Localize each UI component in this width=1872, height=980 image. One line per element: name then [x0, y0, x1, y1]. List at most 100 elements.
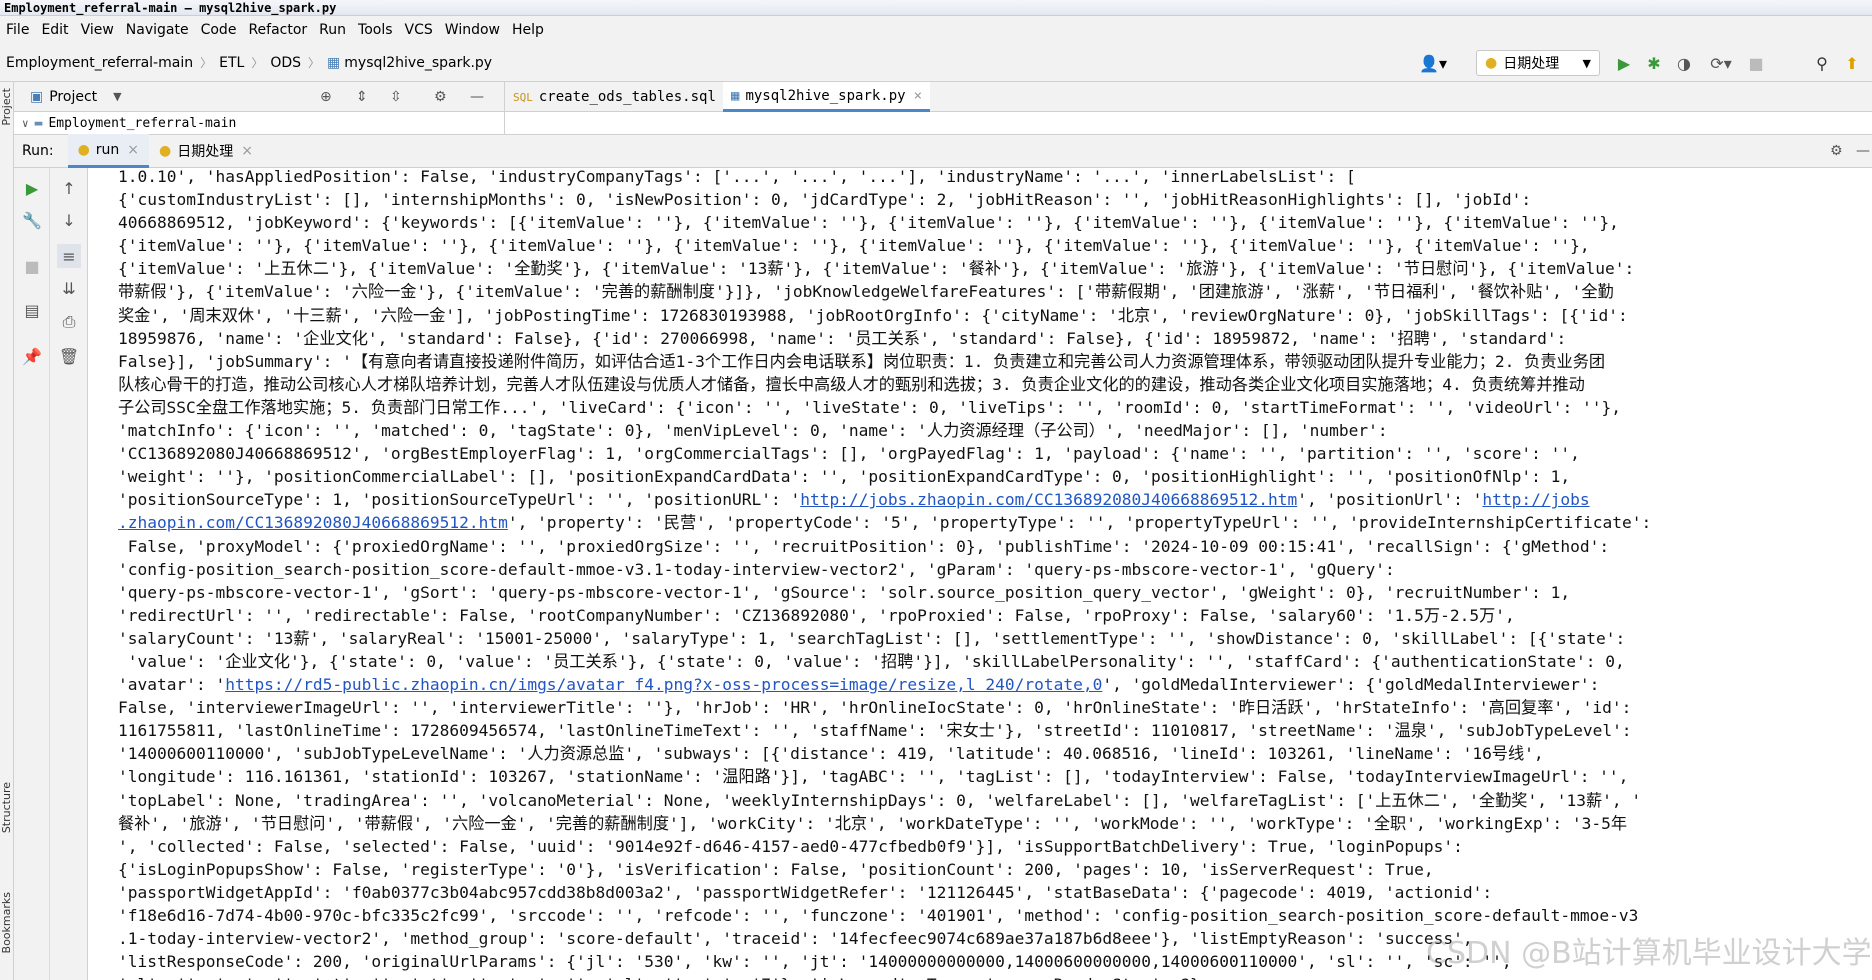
chevron-down-icon[interactable]: ▼ [113, 90, 121, 103]
breadcrumb-file[interactable]: mysql2hive_spark.py [344, 55, 492, 71]
console-text: 'CC136892080J40668869512', 'orgBestEmplo… [118, 444, 1580, 464]
run-toolbar-right: ↑ ↓ ≡ ⇊ ⎙ 🗑 [50, 168, 88, 980]
python-icon: ● [77, 141, 90, 158]
console-text: '14000600110000', 'subJobTypeLevelName':… [118, 744, 1544, 764]
console-line: 'config-position_search-position_score-d… [118, 558, 1858, 581]
breadcrumb-etl[interactable]: ETL [219, 55, 244, 71]
expand-all-icon[interactable]: ⇕ [356, 89, 368, 105]
console-line: '14000600110000', 'subJobTypeLevelName':… [118, 742, 1858, 765]
menu-view[interactable]: View [75, 22, 120, 38]
scroll-to-end-icon[interactable]: ⇊ [57, 276, 81, 300]
console-line: {'itemValue': '上五休二'}, {'itemValue': '全勤… [118, 257, 1858, 280]
debug-icon[interactable]: ✱ [1644, 53, 1664, 73]
menu-navigate[interactable]: Navigate [120, 22, 195, 38]
console-output[interactable]: 1.0.10', 'hasAppliedPosition': False, 'i… [118, 165, 1858, 980]
layout-icon[interactable]: ▤ [20, 298, 44, 322]
menu-vcs[interactable]: VCS [399, 22, 439, 38]
trash-icon[interactable]: 🗑 [57, 344, 81, 368]
soft-wrap-icon[interactable]: ≡ [57, 244, 81, 268]
locate-icon[interactable]: ⊕ [320, 89, 332, 105]
console-line: {'isLoginPopupsShow': False, 'registerTy… [118, 858, 1858, 881]
minimize-icon[interactable]: — [470, 89, 484, 105]
editor-area[interactable] [504, 112, 1872, 134]
project-tree-root[interactable]: ∨ ▬ Employment_referral-main [14, 112, 504, 134]
chevron-right-icon: 〉 [251, 56, 264, 70]
console-line: 1161755811, 'lastOnlineTime': 1728609456… [118, 719, 1858, 742]
chevron-down-icon: ▼ [1582, 56, 1591, 70]
stop-icon[interactable]: ■ [20, 254, 44, 278]
console-link[interactable]: .zhaopin.com/CC136892080J40668869512.htm [118, 513, 508, 532]
menu-help[interactable]: Help [506, 22, 550, 38]
run-panel-label: Run: [22, 143, 54, 159]
console-text: 'weight': ''}, 'positionCommercialLabel'… [118, 467, 1571, 487]
left-tool-strip: Project Structure Bookmarks [0, 82, 14, 980]
project-panel-label[interactable]: Project [49, 89, 97, 105]
console-text: ', 'collected': False, 'selected': False… [118, 836, 1463, 856]
close-icon[interactable]: × [914, 88, 922, 104]
console-link[interactable]: https://rd5-public.zhaopin.cn/imgs/avata… [225, 675, 1102, 694]
updates-icon[interactable]: ⬆ [1842, 53, 1862, 73]
collapse-all-icon[interactable]: ⇳ [390, 89, 402, 105]
console-text: {'itemValue': ''}, {'itemValue': ''}, {'… [118, 236, 1590, 256]
close-icon[interactable]: × [127, 142, 139, 158]
breadcrumb-ods[interactable]: ODS [270, 55, 301, 71]
print-icon[interactable]: ⎙ [57, 310, 81, 334]
console-text: ', 'goldMedalInterviewer': {'goldMedalIn… [1102, 675, 1600, 695]
console-text: 队核心骨干的打造，推动公司核心人才梯队培养计划，完善人才队伍建设与优质人才储备，… [118, 374, 1585, 394]
stop-icon[interactable]: ■ [1746, 53, 1766, 73]
arrow-up-icon[interactable]: ↑ [57, 176, 81, 200]
gear-icon[interactable]: ⚙ [434, 89, 447, 105]
menu-run[interactable]: Run [313, 22, 352, 38]
run-icon[interactable]: ▶ [1614, 53, 1634, 73]
run-tab-date-processing[interactable]: ● 日期处理 × [149, 134, 263, 168]
console-line: 'avatar': 'https://rd5-public.zhaopin.cn… [118, 673, 1858, 696]
console-text: 'passportWidgetAppId': 'f0ab0377c3b04abc… [118, 882, 1493, 902]
console-link[interactable]: http://jobs [1482, 490, 1589, 509]
run-tab-run[interactable]: ● run × [67, 134, 150, 168]
python-file-icon: ▦ [327, 54, 341, 71]
chevron-down-icon[interactable]: ∨ [22, 117, 29, 130]
python-icon: ● [1485, 55, 1498, 71]
console-text: ', 'property': '民营', 'propertyCode': '5'… [507, 513, 1652, 533]
console-text: 'redirectUrl': '', 'redirectable': False… [118, 605, 1515, 625]
console-text: 'longitude': 116.161361, 'stationId': 10… [118, 767, 1629, 787]
wrench-icon[interactable]: 🔧 [20, 208, 44, 232]
arrow-down-icon[interactable]: ↓ [57, 208, 81, 232]
console-link[interactable]: http://jobs.zhaopin.com/CC136892080J4066… [800, 490, 1297, 509]
menu-window[interactable]: Window [439, 22, 506, 38]
user-icon[interactable]: 👤▾ [1416, 53, 1450, 73]
pin-icon[interactable]: 📌 [20, 344, 44, 368]
menu-edit[interactable]: Edit [35, 22, 74, 38]
menu-file[interactable]: File [0, 22, 35, 38]
breadcrumb-project[interactable]: Employment_referral-main [6, 55, 193, 71]
tab-create-ods-tables[interactable]: SQL create_ods_tables.sql × [505, 82, 740, 112]
console-text: 'matchInfo': {'icon': '', 'matched': 0, … [118, 421, 1388, 441]
console-line: 'weight': ''}, 'positionCommercialLabel'… [118, 465, 1858, 488]
console-text: .1-today-interview-vector2', 'method_gro… [118, 929, 1473, 949]
project-tool-label[interactable]: Project [0, 88, 13, 126]
minimize-icon[interactable]: — [1856, 143, 1870, 159]
console-text: 'query-ps-mbscore-vector-1', 'gSort': 'q… [118, 582, 1571, 602]
search-icon[interactable]: ⚲ [1812, 53, 1832, 73]
bookmarks-tool-label[interactable]: Bookmarks [0, 892, 13, 953]
coverage-icon[interactable]: ◑ [1674, 53, 1694, 73]
close-icon[interactable]: × [241, 143, 253, 159]
menu-refactor[interactable]: Refactor [242, 22, 313, 38]
tab-mysql2hive-spark[interactable]: ▦ mysql2hive_spark.py × [723, 82, 931, 112]
rerun-icon[interactable]: ▶ [20, 176, 44, 200]
console-text: 子公司SSC全盘工作落地实施；5. 负责部门日常工作...', 'liveCar… [118, 397, 1621, 417]
console-line: 40668869512, 'jobKeyword': {'keywords': … [118, 211, 1858, 234]
menu-code[interactable]: Code [195, 22, 243, 38]
console-line: 'el': '', 'we': '', 'et': '', 'ct': '', … [118, 973, 1858, 980]
gear-icon[interactable]: ⚙ [1830, 143, 1843, 159]
menu-tools[interactable]: Tools [352, 22, 399, 38]
tab-label: mysql2hive_spark.py [745, 87, 906, 104]
run-tab-label: 日期处理 [177, 144, 234, 160]
structure-tool-label[interactable]: Structure [0, 782, 13, 833]
console-line: 队核心骨干的打造，推动公司核心人才梯队培养计划，完善人才队伍建设与优质人才储备，… [118, 373, 1858, 396]
menu-bar: File Edit View Navigate Code Refactor Ru… [0, 16, 1872, 44]
profile-icon[interactable]: ⟳▾ [1704, 53, 1738, 73]
run-configuration-select[interactable]: ● 日期处理 ▼ [1476, 50, 1600, 76]
console-text: 'topLabel': None, 'tradingArea': '', 'vo… [118, 790, 1642, 810]
console-text: 带薪假'}, {'itemValue': '六险一金'}, {'itemValu… [118, 282, 1614, 302]
